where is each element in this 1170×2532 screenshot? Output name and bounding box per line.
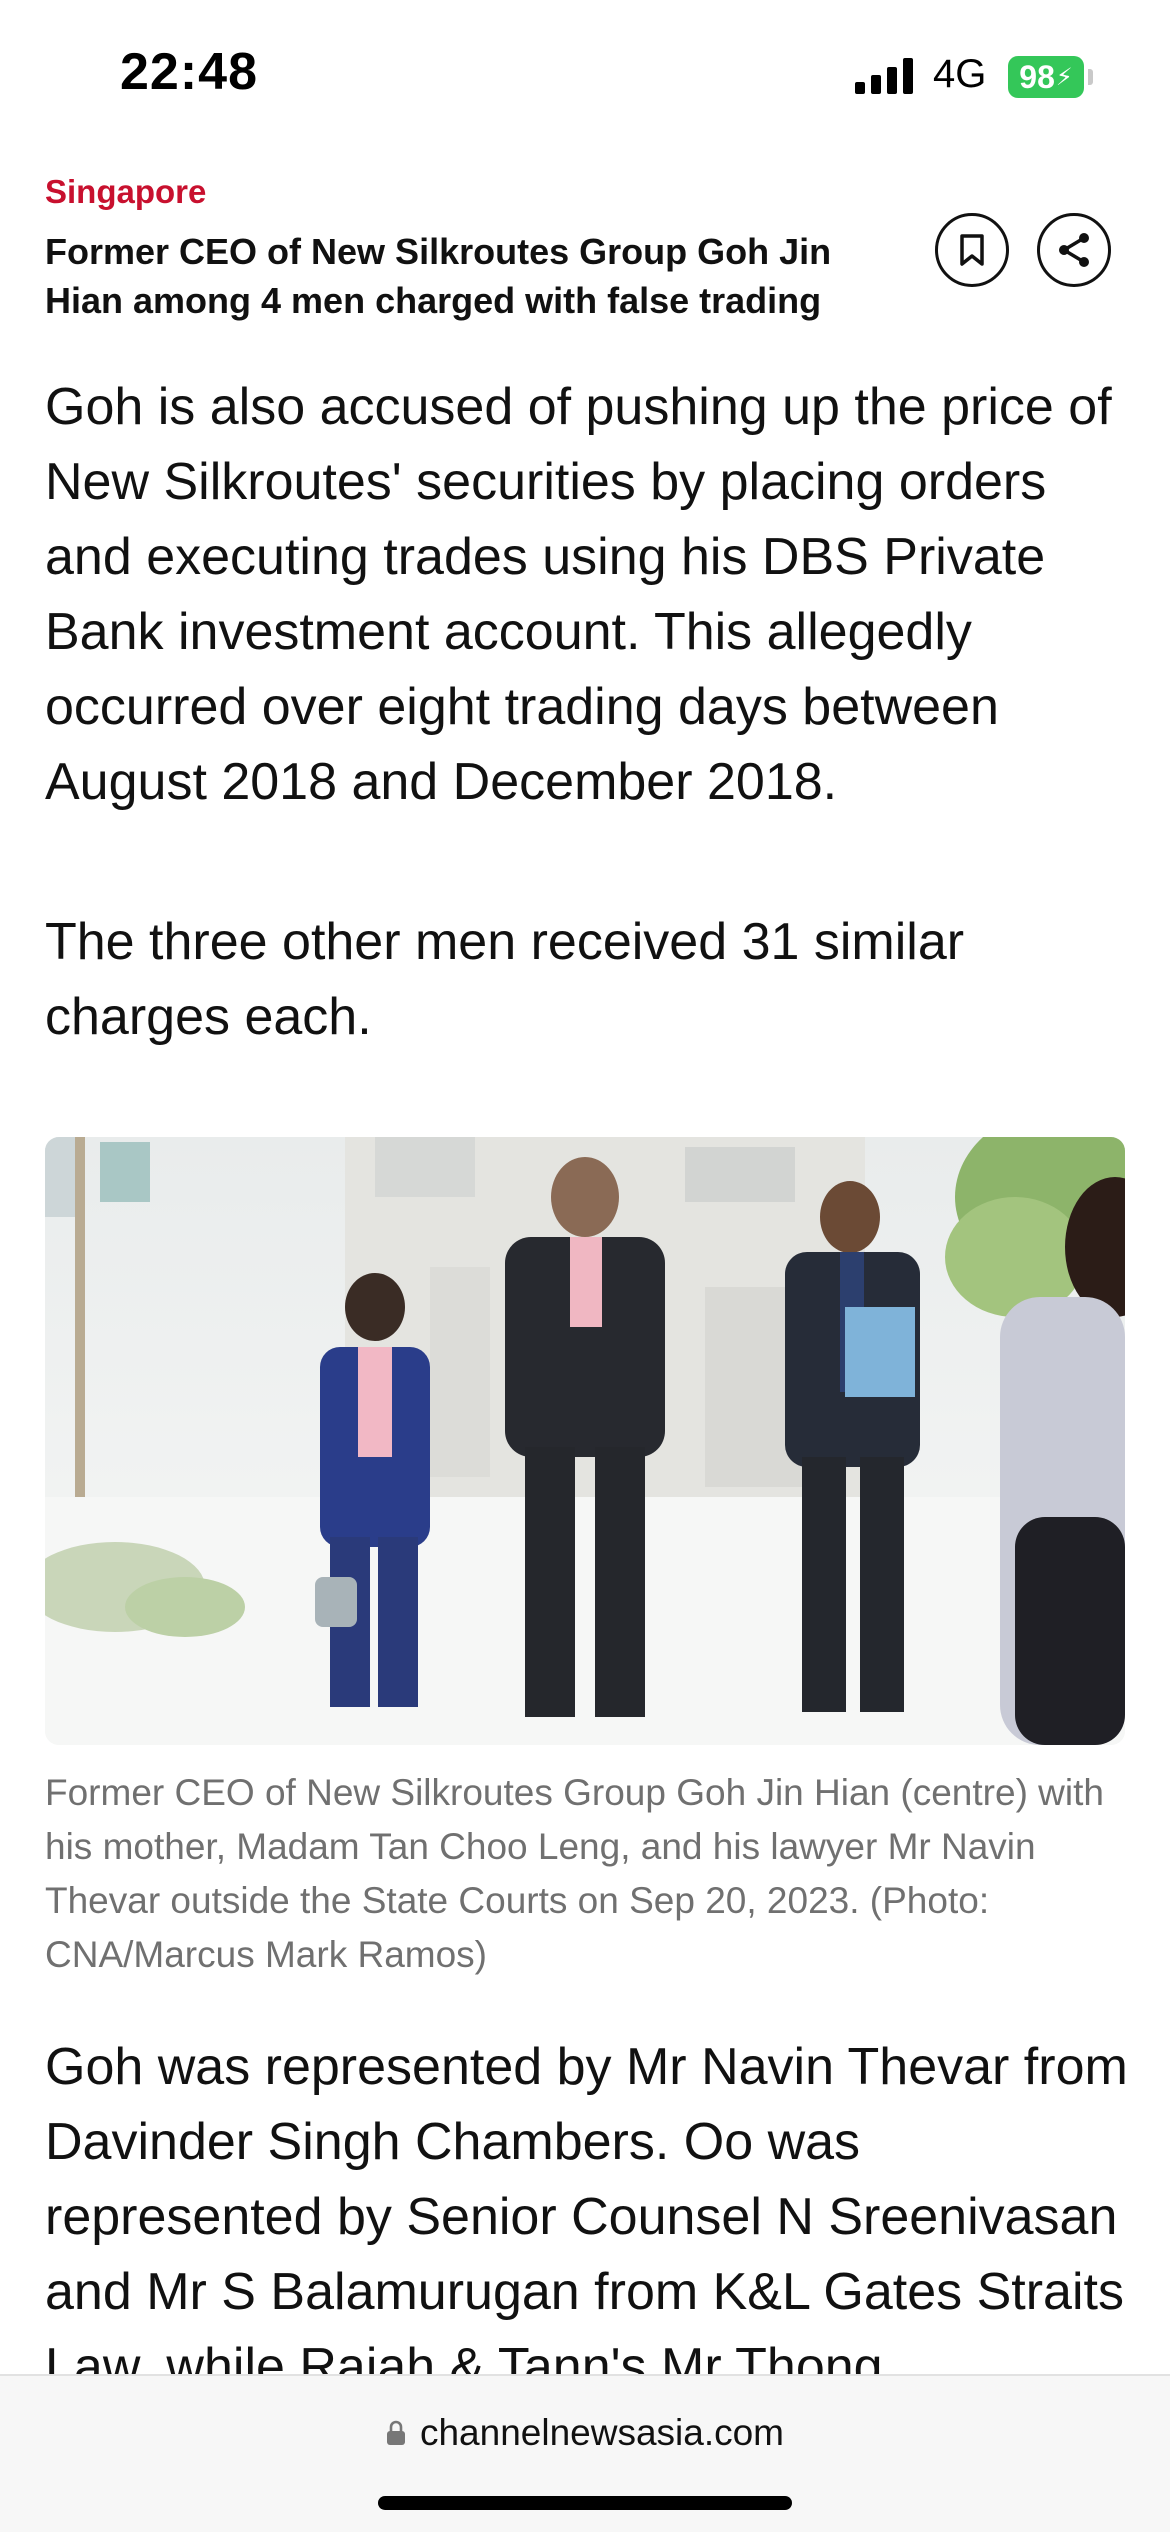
url-display[interactable]: channelnewsasia.com	[0, 2412, 1170, 2454]
article-paragraph: The three other men received 31 similar …	[45, 913, 965, 1046]
share-icon	[1059, 233, 1089, 267]
status-time: 22:48	[120, 43, 258, 101]
photo-caption: Former CEO of New Silkroutes Group Goh J…	[45, 1772, 1104, 1975]
lock-icon	[386, 2420, 405, 2445]
article-paragraph: Goh was represented by Mr Navin Thevar f…	[45, 2038, 1128, 2396]
url-text: channelnewsasia.com	[419, 2412, 785, 2453]
share-button[interactable]	[1037, 213, 1111, 287]
signal-icon	[855, 58, 913, 94]
network-type: 4G	[933, 52, 987, 96]
battery-tip	[1088, 69, 1093, 85]
article-headline: Former CEO of New Silkroutes Group Goh J…	[45, 231, 832, 321]
photo-illustration	[45, 1137, 1125, 1745]
status-bar: 22:48 4G 98 ⚡	[0, 0, 1170, 150]
battery-icon: 98 ⚡	[1008, 56, 1084, 98]
article-photo[interactable]	[45, 1137, 1125, 1745]
bookmark-icon	[960, 234, 984, 266]
browser-address-bar[interactable]: channelnewsasia.com	[0, 2374, 1170, 2532]
battery-level: 98	[1019, 58, 1055, 95]
home-indicator[interactable]	[378, 2496, 792, 2510]
bookmark-button[interactable]	[935, 213, 1009, 287]
section-label[interactable]: Singapore	[45, 173, 206, 211]
article-paragraph: Goh is also accused of pushing up the pr…	[45, 378, 1112, 811]
